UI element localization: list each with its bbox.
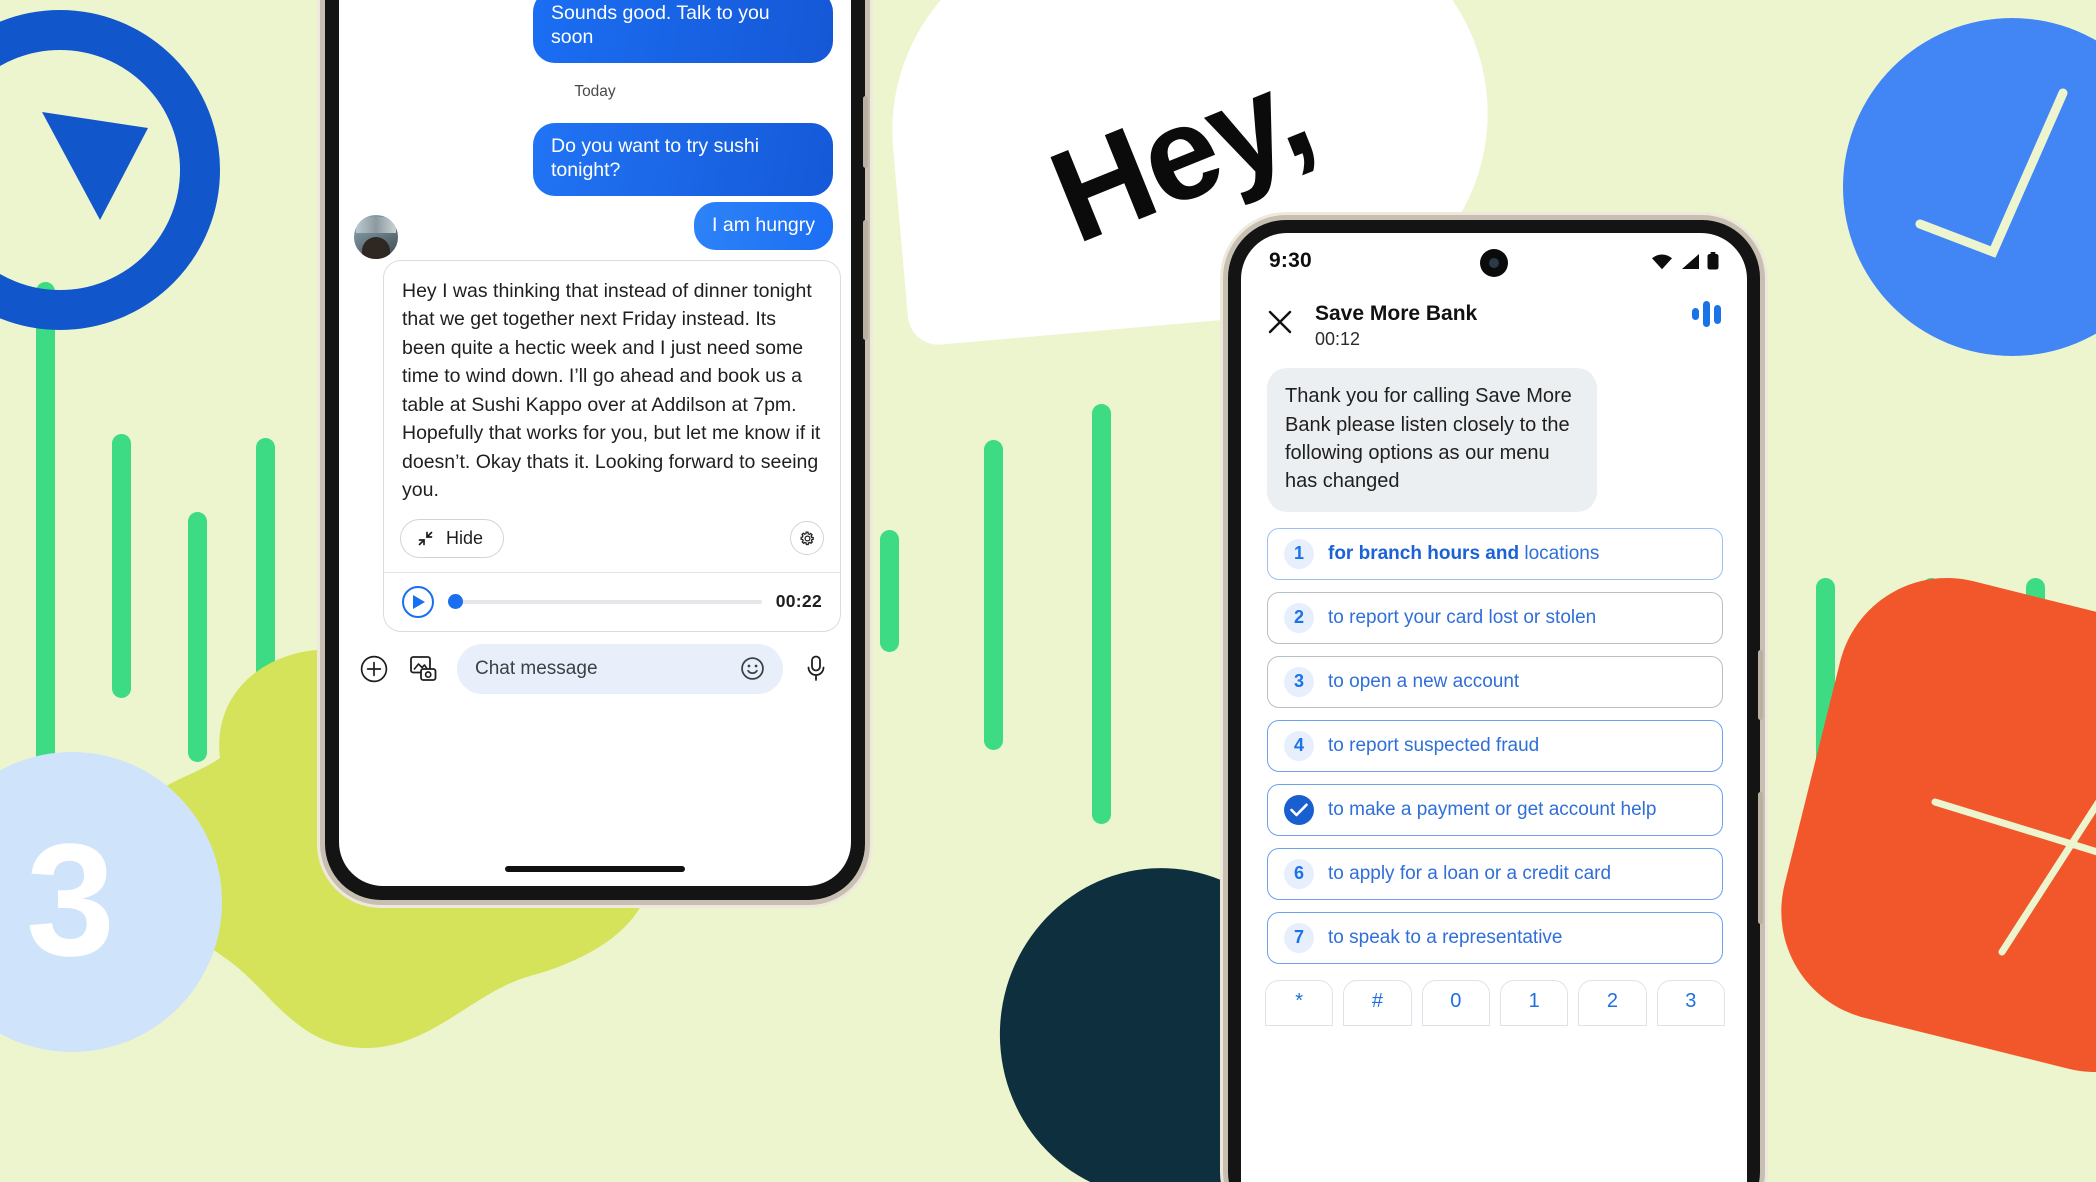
ivr-option-2[interactable]: 2 to report your card lost or stolen: [1267, 591, 1723, 644]
chat-message-placeholder: Chat message: [475, 657, 598, 679]
ivr-message-bubble: Thank you for calling Save More Bank ple…: [1267, 368, 1597, 512]
dialpad-key-3[interactable]: 3: [1656, 979, 1725, 1026]
dialpad-key-hash[interactable]: #: [1343, 979, 1412, 1026]
messages-screen: Sounds good. Talk to you soon Today Do y…: [339, 0, 851, 886]
triangle-down-icon: [42, 112, 148, 220]
transcript-text: Hey I was thinking that instead of dinne…: [402, 279, 821, 502]
decor-number-three: 3: [26, 810, 115, 989]
option-label-rest: locations: [1519, 542, 1600, 564]
green-bar: [1092, 404, 1111, 824]
green-bar: [880, 530, 899, 652]
call-screening-screen: 9:30 Save More Bank 00:12 Thank you for …: [1241, 233, 1747, 1182]
green-bar: [36, 282, 55, 802]
settings-button[interactable]: [790, 521, 824, 556]
dialpad-row: * # 0 1 2 3: [1241, 964, 1747, 1026]
message-row: Do you want to try sushi tonight?: [357, 122, 833, 196]
voice-transcript-card: Hey I was thinking that instead of dinne…: [383, 259, 841, 632]
ivr-option-7[interactable]: 7 to speak to a representative: [1267, 911, 1723, 964]
play-icon: [412, 594, 425, 609]
phone-side-button[interactable]: [863, 220, 868, 340]
dialpad-key-0[interactable]: 0: [1421, 979, 1490, 1026]
call-header: Save More Bank 00:12: [1241, 289, 1747, 358]
dialpad-key-2[interactable]: 2: [1578, 979, 1647, 1026]
play-button[interactable]: [402, 585, 434, 618]
plus-cross-icon: [1931, 798, 2096, 956]
day-separator: Today: [574, 82, 616, 100]
slider-thumb[interactable]: [448, 593, 463, 609]
attach-button[interactable]: [357, 652, 391, 686]
messages-phone: Sounds good. Talk to you soon Today Do y…: [325, 0, 868, 900]
smiley-icon[interactable]: [740, 656, 765, 681]
option-number: 3: [1284, 666, 1314, 697]
phone-side-button[interactable]: [1758, 792, 1763, 924]
ivr-option-4[interactable]: 4 to report suspected fraud: [1267, 719, 1723, 772]
option-label: to make a payment or get account help: [1328, 798, 1657, 820]
plus-circle-icon: [360, 655, 388, 682]
battery-icon: [1707, 252, 1719, 270]
ivr-option-1[interactable]: 1 for branch hours and locations: [1267, 527, 1723, 580]
checkmark-glyph: [1290, 803, 1308, 817]
home-indicator: [505, 866, 685, 872]
hide-label: Hide: [446, 527, 484, 548]
call-screening-phone: 9:30 Save More Bank 00:12 Thank you for …: [1228, 220, 1763, 1182]
avatar: [353, 213, 399, 260]
chat-message-input[interactable]: Chat message: [457, 643, 783, 694]
status-icons: [1651, 252, 1719, 270]
voice-record-button[interactable]: [799, 652, 833, 686]
dialpad-key-1[interactable]: 1: [1499, 979, 1569, 1026]
option-label: to open a new account: [1328, 670, 1520, 692]
camera-punchhole: [1480, 249, 1508, 277]
ivr-options-list: 1 for branch hours and locations 2 to re…: [1241, 512, 1747, 964]
option-number: 6: [1284, 858, 1314, 889]
option-label: to report suspected fraud: [1328, 734, 1540, 756]
phone-side-button[interactable]: [1758, 650, 1763, 720]
caller-info: Save More Bank 00:12: [1315, 301, 1477, 350]
option-number: 7: [1284, 922, 1314, 953]
option-label: to report your card lost or stolen: [1328, 606, 1597, 628]
phone-side-button[interactable]: [863, 96, 868, 168]
ivr-option-6[interactable]: 6 to apply for a loan or a credit card: [1267, 847, 1723, 900]
status-bar: 9:30: [1241, 233, 1747, 289]
option-label: for branch hours and locations: [1328, 543, 1599, 565]
dialpad-key-star[interactable]: *: [1265, 979, 1334, 1026]
audio-player: 00:22: [384, 571, 840, 631]
collapse-arrows-icon: [418, 531, 433, 545]
hide-button[interactable]: Hide: [400, 518, 505, 558]
status-time: 9:30: [1269, 249, 1312, 272]
cellular-signal-icon: [1682, 253, 1699, 269]
green-bar: [984, 440, 1003, 750]
transcript-body: Hey I was thinking that instead of dinne…: [384, 261, 840, 511]
media-button[interactable]: [407, 652, 441, 686]
message-bubble[interactable]: Sounds good. Talk to you soon: [533, 0, 833, 63]
transcript-actions: Hide: [384, 511, 840, 572]
option-label: to speak to a representative: [1328, 926, 1563, 948]
close-icon[interactable]: [1267, 309, 1293, 335]
compose-bar: Chat message: [339, 632, 851, 694]
gallery-camera-icon: [410, 655, 437, 681]
gear-icon: [799, 531, 814, 545]
check-icon: [1284, 794, 1314, 825]
message-thread: Sounds good. Talk to you soon Today Do y…: [339, 0, 851, 250]
background-decoration: 3 Hey,: [0, 0, 2096, 1182]
option-label-bold: for branch hours and: [1328, 542, 1520, 564]
audio-duration: 00:22: [775, 591, 822, 612]
message-row: I am hungry: [357, 201, 833, 250]
audio-waveform-icon[interactable]: [1692, 301, 1721, 327]
microphone-icon: [807, 655, 825, 681]
ivr-option-3[interactable]: 3 to open a new account: [1267, 655, 1723, 708]
message-bubble[interactable]: I am hungry: [694, 201, 833, 250]
message-row: Sounds good. Talk to you soon: [357, 0, 833, 63]
caller-name: Save More Bank: [1315, 302, 1478, 325]
option-number: 1: [1284, 538, 1314, 569]
message-bubble[interactable]: Do you want to try sushi tonight?: [533, 122, 833, 196]
option-number: 2: [1284, 602, 1314, 633]
option-label: to apply for a loan or a credit card: [1328, 862, 1612, 884]
ivr-option-5-selected[interactable]: to make a payment or get account help: [1267, 783, 1723, 836]
option-number: 4: [1284, 730, 1314, 761]
call-duration: 00:12: [1315, 329, 1361, 350]
audio-progress-slider[interactable]: [448, 593, 762, 609]
wifi-icon: [1652, 253, 1672, 269]
check-icon: [1915, 88, 2068, 258]
